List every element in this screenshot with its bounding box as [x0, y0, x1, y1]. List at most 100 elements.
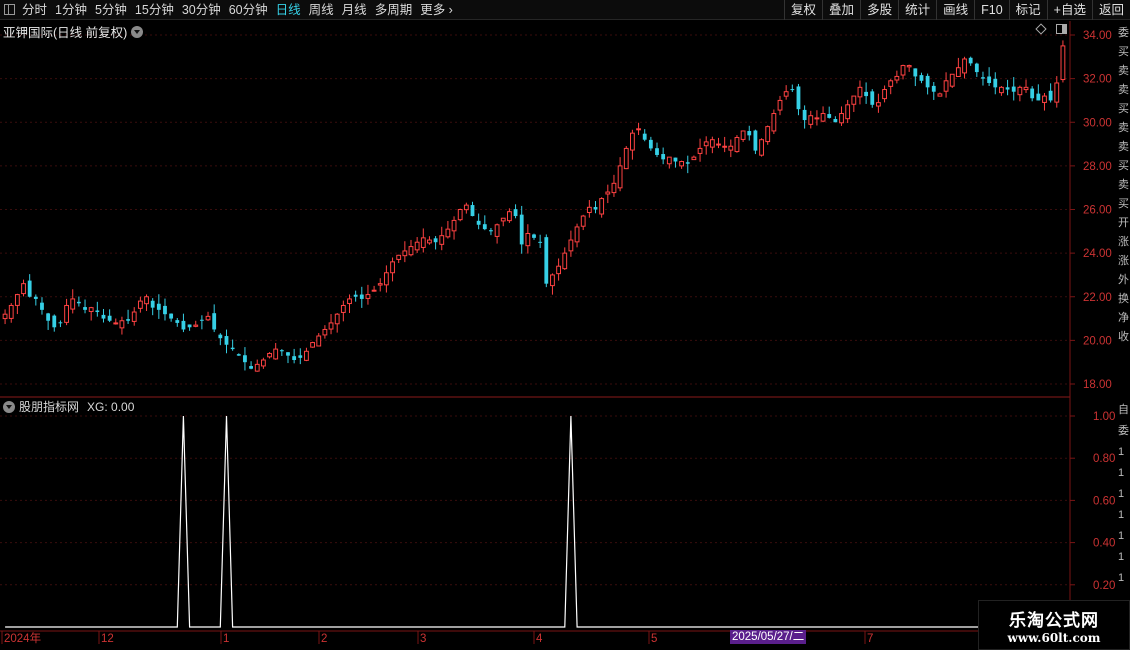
candle-body — [445, 228, 451, 238]
candle-body — [279, 350, 284, 352]
candle-body — [371, 289, 377, 292]
candle-body — [21, 283, 26, 295]
candle-body — [310, 342, 315, 348]
candle-body — [851, 95, 857, 105]
candle-body — [642, 133, 647, 140]
candle-body — [987, 76, 992, 83]
stock-title: 亚钾国际(日线 前复权) — [3, 26, 128, 40]
candle-body — [1023, 86, 1029, 91]
candle-body — [494, 224, 500, 237]
quote-panel-char: 买 — [1118, 198, 1129, 210]
candle-body — [506, 211, 512, 222]
candle-body — [1005, 87, 1010, 90]
candle-body — [46, 313, 51, 321]
candle-body — [599, 198, 605, 215]
candle-body — [119, 320, 125, 329]
candle-body — [728, 145, 734, 151]
x-tick-label: 2024年 — [4, 631, 41, 645]
candle-body — [906, 65, 912, 68]
candle-body — [574, 226, 580, 243]
y-tick-label: 32.00 — [1083, 74, 1112, 86]
candle-body — [580, 215, 586, 227]
candle-body — [771, 113, 777, 132]
quote-panel-edge-lower: 自委 1 1 1 1 1 1 1 — [1118, 400, 1130, 600]
x-tick-label: 7 — [867, 633, 873, 645]
candle-body — [808, 115, 814, 125]
candle-body — [328, 322, 334, 330]
candle-body — [181, 320, 186, 330]
candle-body — [673, 157, 678, 162]
candle-body — [981, 77, 985, 79]
candle-body — [629, 132, 635, 151]
candle-body — [101, 314, 106, 319]
candle-body — [88, 307, 94, 312]
candle-body — [1060, 45, 1066, 81]
candle-body — [2, 313, 8, 320]
candle-body — [83, 307, 87, 310]
kline-chart[interactable]: 34.00 32.00 30.00 28.00 26.00 24.00 22.00 20.00… — [0, 0, 1130, 650]
candle-body — [661, 154, 666, 160]
candle-body — [925, 75, 930, 88]
candle-body — [1011, 86, 1016, 92]
indicator-name: 股朋指标网 — [19, 400, 80, 414]
y-tick-label: 24.00 — [1083, 248, 1112, 260]
candle-body — [390, 261, 395, 274]
candle-body — [648, 139, 653, 149]
y-tick-label: 0.40 — [1093, 538, 1115, 550]
window-icon[interactable] — [1056, 24, 1067, 34]
candle-body — [500, 217, 506, 222]
candle-body — [777, 99, 783, 111]
watermark-url: www.60lt.com — [1007, 630, 1101, 645]
candle-body — [451, 219, 457, 232]
candle-body — [340, 304, 346, 313]
candle-body — [199, 319, 204, 321]
candle-body — [365, 294, 371, 299]
candle-body — [187, 324, 192, 328]
candle-body — [888, 80, 894, 87]
candle-body — [759, 139, 764, 156]
candle-body — [783, 91, 789, 97]
quote-panel-char: 买 — [1118, 46, 1129, 58]
y-tick-label: 1.00 — [1093, 411, 1115, 423]
y-tick-label: 28.00 — [1083, 161, 1112, 173]
candle-body — [943, 80, 949, 92]
candle-body — [33, 296, 38, 299]
candle-body — [1048, 90, 1053, 101]
candle-body — [1042, 95, 1047, 103]
candle-body — [254, 363, 260, 372]
candle-body — [679, 161, 685, 167]
candle-body — [833, 119, 838, 123]
watermark: 乐淘公式网 www.60lt.com — [978, 600, 1130, 650]
candle-body — [870, 91, 875, 105]
quote-panel-char: 1 — [1118, 467, 1125, 479]
chevron-down-icon[interactable] — [131, 25, 144, 38]
candle-body — [353, 294, 358, 297]
quote-panel-char: 委 — [1118, 425, 1129, 437]
quote-panel-char: 涨 — [1118, 236, 1129, 248]
candle-body — [433, 238, 438, 243]
quote-panel-char: 1 — [1118, 572, 1125, 584]
quote-panel-char: 卖 — [1118, 122, 1129, 134]
candle-body — [230, 347, 235, 350]
candle-body — [476, 220, 481, 225]
candle-body — [636, 128, 641, 131]
axes: 34.00 32.00 30.00 28.00 26.00 24.00 22.00 20.00… — [0, 21, 1115, 645]
candle-body — [40, 302, 44, 310]
candle-body — [383, 272, 389, 286]
candle-body — [556, 265, 562, 275]
candle-body — [322, 328, 328, 336]
y-tick-label: 0.80 — [1093, 453, 1115, 465]
x-tick-label: 5 — [651, 633, 657, 645]
candle-body — [544, 237, 549, 284]
candle-body — [1030, 88, 1035, 99]
indicator-title: 股朋指标网 XG: 0.00 — [3, 398, 134, 415]
quote-panel-char: 1 — [1118, 446, 1125, 458]
xg-value: XG: 0.00 — [87, 399, 135, 414]
candle-body — [532, 234, 536, 238]
y-tick-label: 18.00 — [1083, 379, 1112, 391]
quote-panel-char: 1 — [1118, 551, 1125, 563]
candle-body — [482, 224, 487, 230]
candle-body — [144, 296, 149, 305]
candle-body — [949, 73, 955, 87]
chevron-down-icon[interactable] — [3, 400, 15, 413]
